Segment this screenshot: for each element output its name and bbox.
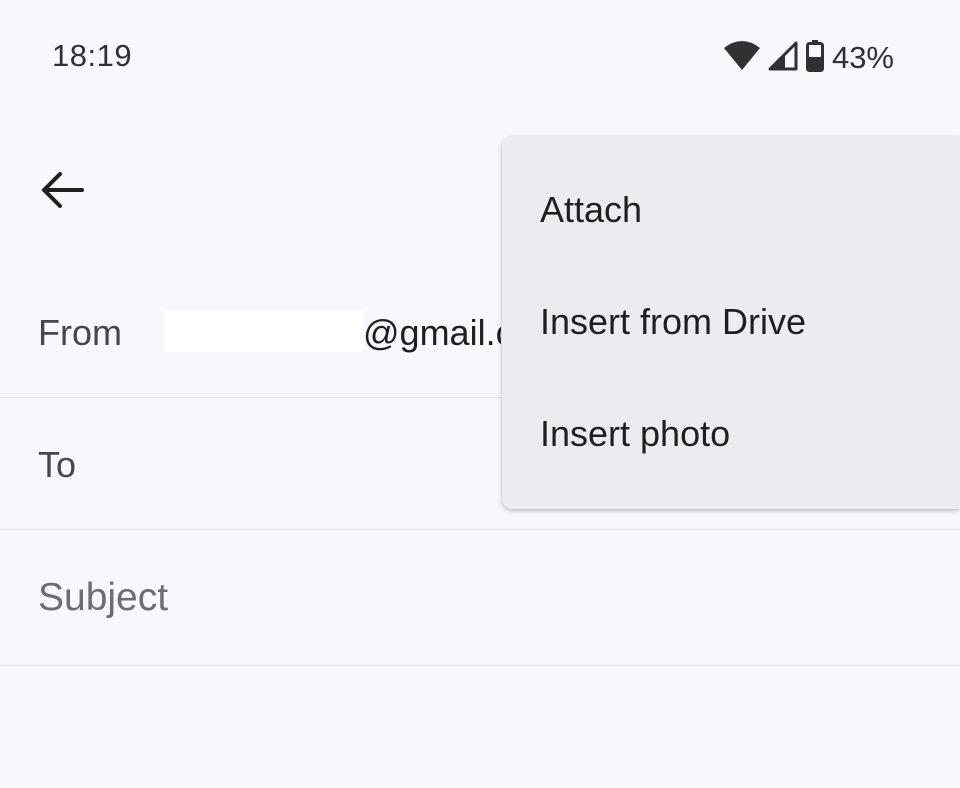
- wifi-icon: [723, 40, 760, 77]
- subject-field[interactable]: Subject: [38, 576, 168, 620]
- status-time: 18:19: [52, 38, 133, 73]
- menu-item-label: Attach: [540, 189, 643, 230]
- menu-item-label: Insert photo: [540, 413, 731, 454]
- menu-item-attach[interactable]: Attach: [502, 154, 960, 266]
- menu-item-insert-from-drive[interactable]: Insert from Drive: [502, 266, 960, 378]
- from-label: From: [38, 312, 122, 353]
- to-label: To: [38, 444, 77, 485]
- battery-percentage: 43%: [831, 40, 894, 75]
- from-email-value: @gmail.c: [363, 312, 501, 353]
- subject-row[interactable]: Subject: [0, 530, 960, 666]
- attach-menu: Attach Insert from Drive Insert photo: [502, 136, 960, 509]
- status-bar: 18:19 43%: [0, 0, 960, 120]
- arrow-back-icon: [40, 170, 84, 215]
- menu-item-insert-photo[interactable]: Insert photo: [502, 378, 960, 490]
- menu-item-label: Insert from Drive: [540, 301, 807, 342]
- redacted-email: [164, 310, 364, 352]
- back-button[interactable]: [30, 160, 94, 224]
- cell-signal-icon: [768, 41, 798, 76]
- status-icons: 43%: [723, 38, 894, 78]
- battery-icon: [805, 39, 824, 77]
